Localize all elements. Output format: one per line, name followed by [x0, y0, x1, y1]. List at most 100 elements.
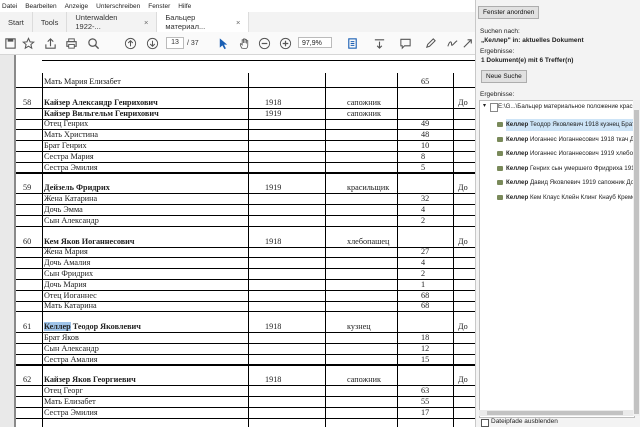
table-row: Отец Иоганнес 68	[16, 291, 475, 301]
birth-year-cell: 1918	[265, 375, 282, 385]
tab-tools[interactable]: Tools	[33, 12, 68, 32]
table-row: Жена Катарина 32	[16, 194, 475, 204]
person-name-cell: Отец Георг	[44, 386, 83, 396]
menu-item[interactable]: Anzeige	[65, 3, 89, 10]
occupation-cell: сапожник	[347, 375, 381, 385]
hide-paths-label: Dateipfade ausblenden	[491, 418, 558, 425]
table-row-border	[16, 417, 475, 419]
row-number: 62	[23, 375, 32, 385]
result-match-term: Келлер	[506, 179, 529, 187]
comment-icon[interactable]	[398, 36, 412, 50]
occupation-cell: хлебопашец	[347, 236, 390, 246]
age-cell: 27	[421, 247, 430, 257]
table-row: Кайзер Вильгельм Генрихович 1919 сапожник	[16, 109, 475, 119]
tab-label: Бальцер материал...	[165, 13, 206, 31]
results-list-label: Ergebnisse:	[480, 91, 515, 98]
select-cursor-icon[interactable]	[216, 36, 230, 50]
person-name-cell: Отец Генрих	[44, 119, 89, 129]
result-match-term: Келлер	[506, 121, 529, 128]
close-tab-icon[interactable]: ×	[144, 18, 148, 27]
document-view[interactable]: Мать Мария Елизабет 65 58 Кайзер Александр …	[14, 55, 475, 427]
table-row-border	[16, 86, 475, 88]
tab-document-baltser[interactable]: Бальцер материал... ×	[157, 12, 250, 32]
tab-start[interactable]: Start	[0, 12, 33, 32]
search-result-item[interactable]: Келлер Кем Клаус Клейн Клинг Кнауб Креме…	[506, 192, 634, 204]
page-fit-icon[interactable]	[345, 36, 359, 50]
age-cell: 4	[421, 205, 426, 214]
table-row: Дочь Эмма 4	[16, 205, 475, 215]
share-icon[interactable]	[461, 36, 475, 50]
table-row: Мать Елизабет 55	[16, 397, 475, 407]
scroll-mode-icon[interactable]	[372, 36, 386, 50]
menu-item[interactable]: Fenster	[148, 3, 170, 10]
results-vertical-scrollbar[interactable]	[633, 100, 640, 416]
tab-start-label: Start	[8, 17, 24, 27]
age-cell: 68	[421, 290, 430, 300]
menu-item[interactable]: Hilfe	[178, 3, 191, 10]
results-root-document[interactable]: E:\G...\Бальцер материальное положение к…	[498, 101, 634, 113]
page-up-icon[interactable]	[123, 36, 137, 50]
search-hit-icon	[497, 136, 503, 142]
result-context: Теодор Яковлевич 1918 кузнец Брат Яков	[529, 121, 635, 128]
person-name-cell: Дочь Амалия	[44, 258, 91, 268]
age-cell: 8	[421, 151, 426, 161]
page-down-icon[interactable]	[145, 36, 159, 50]
search-result-item[interactable]: Келлер Генрих сын умершего Фридриха 1918	[506, 163, 635, 175]
person-name-cell: Кем Яков Иоганнесович	[44, 236, 135, 246]
search-result-item[interactable]: Келлер Иоганнес Иоганнесович 1919 хлебоп…	[506, 148, 634, 160]
arrange-windows-button[interactable]: Fenster anordnen	[478, 6, 540, 19]
bookmark-star-icon[interactable]	[21, 36, 35, 50]
table-row: Отец Георг 63	[16, 386, 475, 396]
close-tab-icon[interactable]: ×	[236, 18, 240, 27]
person-name-cell: Кайзер Яков Георгиевич	[44, 375, 136, 385]
zoom-level-select[interactable]: 97,9%	[298, 37, 332, 48]
search-result-item[interactable]: Келлер Иоганнес Иоганнесович 1918 ткач Д…	[506, 134, 634, 146]
row-number: 60	[23, 236, 32, 246]
table-row: Мать Мария Елизабет 65	[16, 77, 475, 87]
table-row: Сын Александр 2	[16, 216, 475, 226]
occupation-cell: сапожник	[347, 97, 381, 107]
page-number-input[interactable]: 13	[166, 37, 184, 49]
menu-item[interactable]: Datei	[2, 3, 17, 10]
upload-icon[interactable]	[43, 36, 57, 50]
person-name-cell: Мать Христина	[44, 130, 99, 140]
new-search-button[interactable]: Neue Suche	[481, 70, 527, 83]
person-name-cell: Дочь Мария	[44, 279, 87, 289]
table-row: Дочь Мария 1	[16, 280, 475, 290]
zoom-in-icon[interactable]	[278, 36, 292, 50]
hide-paths-checkbox[interactable]	[481, 419, 489, 427]
zoom-out-icon[interactable]	[257, 36, 271, 50]
collapse-arrow-icon[interactable]: ▾	[483, 102, 486, 109]
result-context: Генрих сын умершего Фридриха 1918	[528, 164, 635, 172]
search-hit-highlight: Келлер	[44, 322, 71, 332]
person-name-cell: Кайзер Вильгельм Генрихович	[44, 108, 159, 118]
person-name-cell: Дочь Эмма	[44, 205, 83, 214]
age-cell: 18	[421, 333, 430, 342]
results-horizontal-scrollbar[interactable]	[479, 410, 633, 416]
save-icon[interactable]	[3, 36, 17, 50]
menu-item[interactable]: Unterschreiben	[96, 3, 140, 10]
tab-label: Unterwalden 1922-...	[75, 13, 118, 31]
search-result-item[interactable]: Келлер Теодор Яковлевич 1918 кузнец Брат…	[506, 119, 635, 131]
print-icon[interactable]	[64, 36, 78, 50]
menu-bar: Datei Bearbeiten Anzeige Unterschreiben Fens…	[0, 0, 477, 12]
age-cell: 15	[421, 354, 430, 364]
scrollbar-thumb[interactable]	[487, 411, 623, 415]
sign-icon[interactable]	[445, 36, 459, 50]
page-total: / 37	[187, 39, 199, 47]
results-tree[interactable]: ▾ E:\G...\Бальцер материальное положение…	[479, 100, 635, 418]
table-row: 59 Дейзель Фридрих 1919 красильщик До	[16, 183, 475, 193]
result-context: Давид Яковлевич 1919 сапожник Дом	[528, 179, 635, 187]
person-name-cell: Кайзер Александр Генрихович	[44, 97, 158, 107]
scrollbar-thumb[interactable]	[634, 110, 639, 414]
search-result-item[interactable]: Келлер Давид Яковлевич 1919 сапожник Дом	[506, 177, 635, 189]
hand-tool-icon[interactable]	[237, 36, 251, 50]
zoom-search-icon[interactable]	[86, 36, 100, 50]
menu-item[interactable]: Bearbeiten	[25, 3, 56, 10]
tab-document-unterwalden[interactable]: Unterwalden 1922-... ×	[67, 12, 158, 32]
left-navigation-pane[interactable]	[0, 55, 15, 427]
table-row-border	[16, 364, 475, 366]
table-row: Сын Александр 12	[16, 344, 475, 354]
table-row: Жена Мария 27	[16, 247, 475, 257]
pen-annotate-icon[interactable]	[423, 36, 437, 50]
